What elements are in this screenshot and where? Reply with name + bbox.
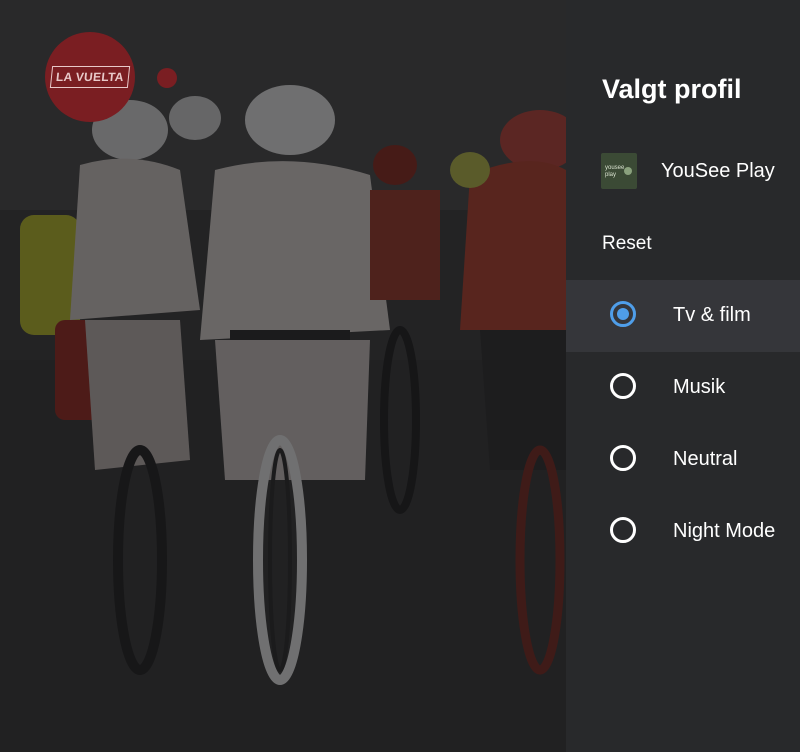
option-night-mode[interactable]: Night Mode (566, 496, 800, 568)
la-vuelta-logo: LA VUELTA (45, 32, 135, 122)
profile-panel: Valgt profil yousee play YouSee Play Res… (566, 0, 800, 752)
option-label: Night Mode (673, 520, 776, 542)
option-musik[interactable]: Musik (566, 352, 800, 424)
radio-unchecked-icon (610, 517, 636, 543)
option-label: Musik (673, 376, 726, 398)
yousee-play-logo: yousee play (601, 153, 637, 189)
reset-button[interactable]: Reset (602, 233, 652, 255)
profile-options-list: Tv & film Musik Neutral Night Mode (566, 280, 800, 568)
tv-screen: LA VUELTA Valgt profil yousee play YouSe… (0, 0, 800, 752)
panel-title: Valgt profil (602, 74, 742, 104)
radio-unchecked-icon (610, 445, 636, 471)
thumb-dot-icon (624, 167, 632, 175)
video-background: LA VUELTA (0, 0, 566, 752)
current-profile-row[interactable]: yousee play YouSee Play (566, 137, 800, 207)
profile-name: YouSee Play (661, 160, 775, 182)
radio-checked-icon (610, 301, 636, 327)
option-tv-film[interactable]: Tv & film (566, 280, 800, 352)
option-label: Tv & film (673, 304, 751, 326)
option-neutral[interactable]: Neutral (566, 424, 800, 496)
thumb-line-1: yousee (605, 165, 625, 171)
record-dot-icon (157, 68, 177, 88)
logo-text: LA VUELTA (49, 66, 131, 88)
thumb-line-2: play (605, 172, 617, 178)
option-label: Neutral (673, 448, 738, 470)
radio-unchecked-icon (610, 373, 636, 399)
